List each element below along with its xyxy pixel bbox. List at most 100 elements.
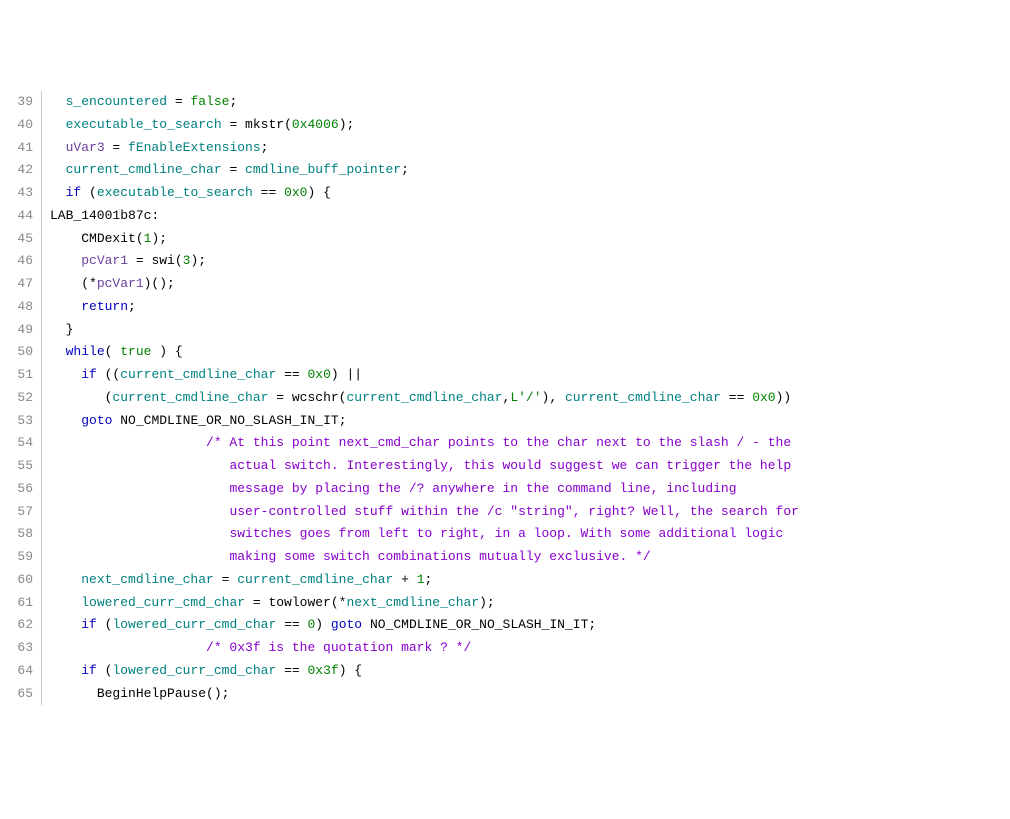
code-token: ), bbox=[542, 390, 565, 405]
line-number: 46 bbox=[0, 250, 33, 273]
code-token: true bbox=[120, 344, 151, 359]
line-number: 39 bbox=[0, 91, 33, 114]
code-token: = bbox=[214, 572, 237, 587]
line-number: 58 bbox=[0, 523, 33, 546]
line-number: 45 bbox=[0, 228, 33, 251]
code-line[interactable]: actual switch. Interestingly, this would… bbox=[50, 455, 799, 478]
code-token: ( bbox=[50, 390, 112, 405]
code-line[interactable]: LAB_14001b87c: bbox=[50, 205, 799, 228]
code-area[interactable]: s_encountered = false; executable_to_sea… bbox=[42, 91, 799, 705]
code-token: return bbox=[81, 299, 128, 314]
code-token: user-controlled stuff within the /c "str… bbox=[229, 504, 799, 519]
code-line[interactable]: s_encountered = false; bbox=[50, 91, 799, 114]
code-token: = bbox=[245, 595, 268, 610]
code-token: = bbox=[167, 94, 190, 109]
code-line[interactable]: pcVar1 = swi(3); bbox=[50, 250, 799, 273]
code-line[interactable]: (current_cmdline_char = wcschr(current_c… bbox=[50, 387, 799, 410]
code-line[interactable]: (*pcVar1)(); bbox=[50, 273, 799, 296]
code-line[interactable]: executable_to_search = mkstr(0x4006); bbox=[50, 114, 799, 137]
code-token: 0x0 bbox=[307, 367, 330, 382]
code-line[interactable]: if (lowered_curr_cmd_char == 0) goto NO_… bbox=[50, 614, 799, 637]
code-token: ); bbox=[479, 595, 495, 610]
code-token bbox=[50, 94, 66, 109]
code-line[interactable]: message by placing the /? anywhere in th… bbox=[50, 478, 799, 501]
code-token: swi bbox=[151, 253, 174, 268]
code-token: NO_CMDLINE_OR_NO_SLASH_IN_IT bbox=[120, 413, 338, 428]
code-token: + bbox=[393, 572, 416, 587]
code-token bbox=[50, 572, 81, 587]
code-line[interactable]: switches goes from left to right, in a l… bbox=[50, 523, 799, 546]
line-number: 55 bbox=[0, 455, 33, 478]
line-number-gutter: 3940414243444546474849505152535455565758… bbox=[0, 91, 42, 705]
code-line[interactable]: /* 0x3f is the quotation mark ? */ bbox=[50, 637, 799, 660]
code-token: ); bbox=[339, 117, 355, 132]
code-line[interactable]: while( true ) { bbox=[50, 341, 799, 364]
code-line[interactable]: user-controlled stuff within the /c "str… bbox=[50, 501, 799, 524]
line-number: 50 bbox=[0, 341, 33, 364]
code-token: ; bbox=[401, 162, 409, 177]
code-token: current_cmdline_char bbox=[120, 367, 276, 382]
code-editor: 3940414243444546474849505152535455565758… bbox=[0, 91, 1010, 705]
code-token: ; bbox=[339, 413, 347, 428]
code-token: while bbox=[66, 344, 105, 359]
code-line[interactable]: uVar3 = fEnableExtensions; bbox=[50, 137, 799, 160]
code-token: CMDexit bbox=[81, 231, 136, 246]
code-token: = bbox=[128, 253, 151, 268]
code-token: LAB_14001b87c bbox=[50, 208, 151, 223]
code-token: ) || bbox=[331, 367, 362, 382]
code-line[interactable]: lowered_curr_cmd_char = towlower(*next_c… bbox=[50, 592, 799, 615]
line-number: 56 bbox=[0, 478, 33, 501]
code-token: executable_to_search bbox=[66, 117, 222, 132]
code-line[interactable]: BeginHelpPause(); bbox=[50, 683, 799, 706]
code-token: actual switch. Interestingly, this would… bbox=[229, 458, 791, 473]
code-token bbox=[50, 140, 66, 155]
code-token: BeginHelpPause bbox=[97, 686, 206, 701]
line-number: 62 bbox=[0, 614, 33, 637]
code-line[interactable]: if ((current_cmdline_char == 0x0) || bbox=[50, 364, 799, 387]
code-token: (* bbox=[50, 276, 97, 291]
code-token: )(); bbox=[144, 276, 175, 291]
code-token: ; bbox=[425, 572, 433, 587]
code-token: L'/' bbox=[510, 390, 541, 405]
line-number: 40 bbox=[0, 114, 33, 137]
code-line[interactable]: current_cmdline_char = cmdline_buff_poin… bbox=[50, 159, 799, 182]
code-token: ( bbox=[175, 253, 183, 268]
code-token bbox=[50, 640, 206, 655]
code-token bbox=[50, 686, 97, 701]
line-number: 64 bbox=[0, 660, 33, 683]
code-token: goto bbox=[81, 413, 112, 428]
code-token: next_cmdline_char bbox=[346, 595, 479, 610]
code-token: ( bbox=[81, 185, 97, 200]
line-number: 53 bbox=[0, 410, 33, 433]
code-line[interactable]: making some switch combinations mutually… bbox=[50, 546, 799, 569]
line-number: 49 bbox=[0, 319, 33, 342]
code-token: (* bbox=[331, 595, 347, 610]
code-line[interactable]: goto NO_CMDLINE_OR_NO_SLASH_IN_IT; bbox=[50, 410, 799, 433]
line-number: 61 bbox=[0, 592, 33, 615]
code-token: ) { bbox=[151, 344, 182, 359]
line-number: 44 bbox=[0, 205, 33, 228]
code-token: : bbox=[151, 208, 159, 223]
code-token: ); bbox=[151, 231, 167, 246]
code-token: switches goes from left to right, in a l… bbox=[229, 526, 783, 541]
code-token: ( bbox=[136, 231, 144, 246]
code-line[interactable]: CMDexit(1); bbox=[50, 228, 799, 251]
code-token: == bbox=[276, 663, 307, 678]
code-line[interactable]: if (lowered_curr_cmd_char == 0x3f) { bbox=[50, 660, 799, 683]
code-line[interactable]: if (executable_to_search == 0x0) { bbox=[50, 182, 799, 205]
code-token: = bbox=[222, 162, 245, 177]
code-token bbox=[50, 367, 81, 382]
code-token: 0x3f bbox=[307, 663, 338, 678]
code-token bbox=[50, 299, 81, 314]
code-line[interactable]: } bbox=[50, 319, 799, 342]
code-token bbox=[50, 458, 229, 473]
line-number: 59 bbox=[0, 546, 33, 569]
line-number: 41 bbox=[0, 137, 33, 160]
code-token: (( bbox=[97, 367, 120, 382]
code-line[interactable]: return; bbox=[50, 296, 799, 319]
code-token: ( bbox=[97, 663, 113, 678]
code-line[interactable]: next_cmdline_char = current_cmdline_char… bbox=[50, 569, 799, 592]
code-line[interactable]: /* At this point next_cmd_char points to… bbox=[50, 432, 799, 455]
code-token: 1 bbox=[417, 572, 425, 587]
code-token bbox=[50, 663, 81, 678]
